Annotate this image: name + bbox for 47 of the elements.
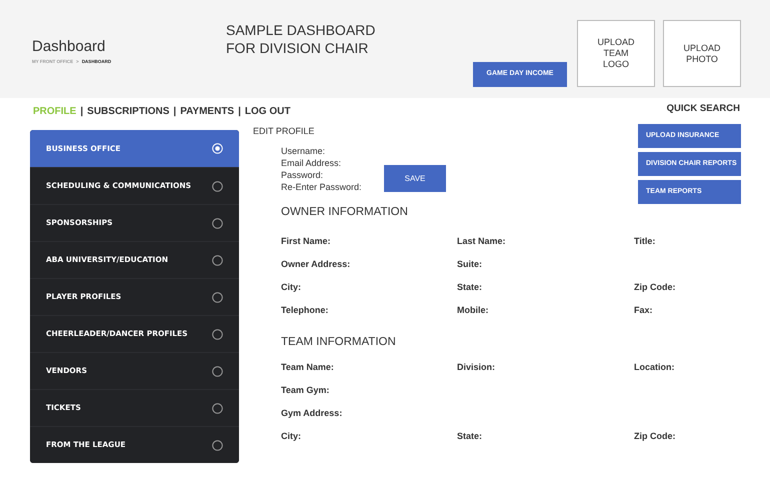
- nav-separator: |: [173, 105, 176, 119]
- nav-link[interactable]: LOG OUT: [244, 104, 290, 119]
- field-label: City:: [281, 281, 302, 292]
- edit-profile-title: EDIT PROFILE: [253, 125, 314, 138]
- radio-icon: [212, 292, 223, 302]
- radio-icon: [212, 328, 223, 340]
- radio-icon: [212, 440, 223, 450]
- field-label: Password:: [281, 169, 324, 181]
- field-label: Re-Enter Password:: [281, 181, 362, 193]
- nav-link[interactable]: PAYMENTS: [180, 104, 234, 119]
- quick-search-label[interactable]: QUICK SEARCH: [666, 102, 740, 116]
- radio-icon: [212, 254, 223, 266]
- field-label: First Name:: [281, 235, 332, 246]
- radio-icon: [212, 143, 223, 154]
- save-button[interactable]: SAVE: [384, 165, 446, 192]
- section-heading: TEAM INFORMATION: [281, 335, 397, 350]
- upload-button[interactable]: UPLOAD PHOTO: [663, 20, 741, 87]
- upload-button[interactable]: UPLOAD TEAM LOGO: [577, 20, 655, 87]
- section-heading: OWNER INFORMATION: [281, 205, 409, 220]
- field-label: Telephone:: [281, 304, 330, 316]
- field-label: Location:: [634, 360, 676, 372]
- radio-icon: [212, 366, 223, 376]
- field-label: Owner Address:: [281, 258, 352, 270]
- nav-link[interactable]: SUBSCRIPTIONS: [87, 104, 170, 119]
- field-label: Email Address:: [281, 157, 342, 169]
- field-label: City:: [281, 430, 302, 440]
- radio-icon: [212, 218, 223, 228]
- field-label: Username:: [281, 145, 326, 157]
- field-label: Gym Address:: [281, 406, 344, 418]
- field-label: Zip Code:: [634, 281, 676, 292]
- radio-icon: [212, 402, 223, 414]
- page-heading: SAMPLE DASHBOARD FOR DIVISION CHAIR: [226, 21, 376, 57]
- field-label: Team Name:: [281, 360, 335, 372]
- page-title: Dashboard: [32, 38, 106, 57]
- field-label: Last Name:: [457, 235, 507, 246]
- field-label: Suite:: [457, 258, 484, 270]
- field-label: State:: [457, 430, 484, 440]
- nav-separator: |: [238, 105, 241, 119]
- field-label: Mobile:: [457, 304, 490, 316]
- nav-separator: |: [80, 105, 84, 119]
- radio-icon: [212, 180, 223, 192]
- field-label: Fax:: [634, 304, 654, 316]
- field-label: Team Gym:: [281, 384, 330, 394]
- field-label: Division:: [457, 360, 496, 372]
- field-label: Zip Code:: [634, 430, 676, 440]
- field-label: Title:: [634, 235, 656, 246]
- field-label: State:: [457, 281, 484, 292]
